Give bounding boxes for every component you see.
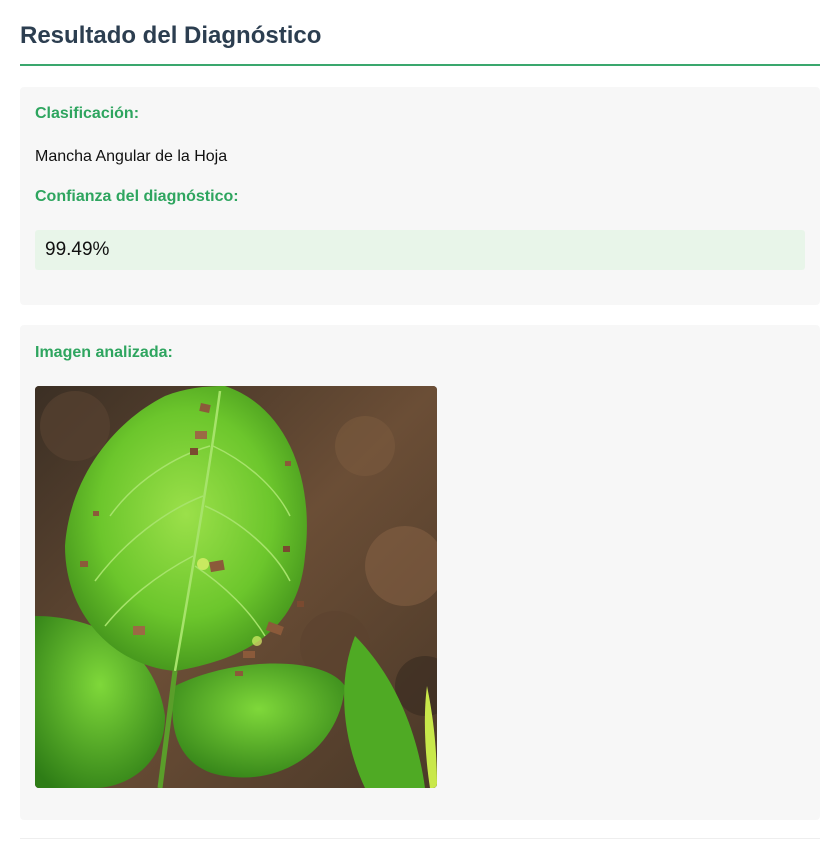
image-label: Imagen analizada: — [35, 344, 173, 361]
title-divider — [20, 64, 820, 66]
confidence-label: Confianza del diagnóstico: — [35, 188, 239, 205]
leaf-illustration — [35, 386, 437, 788]
result-card: Clasificación: Mancha Angular de la Hoja… — [20, 87, 820, 305]
image-card: Imagen analizada: — [20, 325, 820, 820]
classification-label: Clasificación: — [35, 105, 140, 122]
classification-value: Mancha Angular de la Hoja — [35, 148, 228, 165]
bottom-divider — [20, 838, 820, 839]
diagnosis-page: Resultado del Diagnóstico Clasificación:… — [0, 0, 831, 841]
page-title: Resultado del Diagnóstico — [20, 22, 322, 49]
confidence-value: 99.49% — [45, 239, 110, 260]
analyzed-image — [35, 386, 437, 788]
confidence-box: 99.49% — [35, 230, 805, 270]
